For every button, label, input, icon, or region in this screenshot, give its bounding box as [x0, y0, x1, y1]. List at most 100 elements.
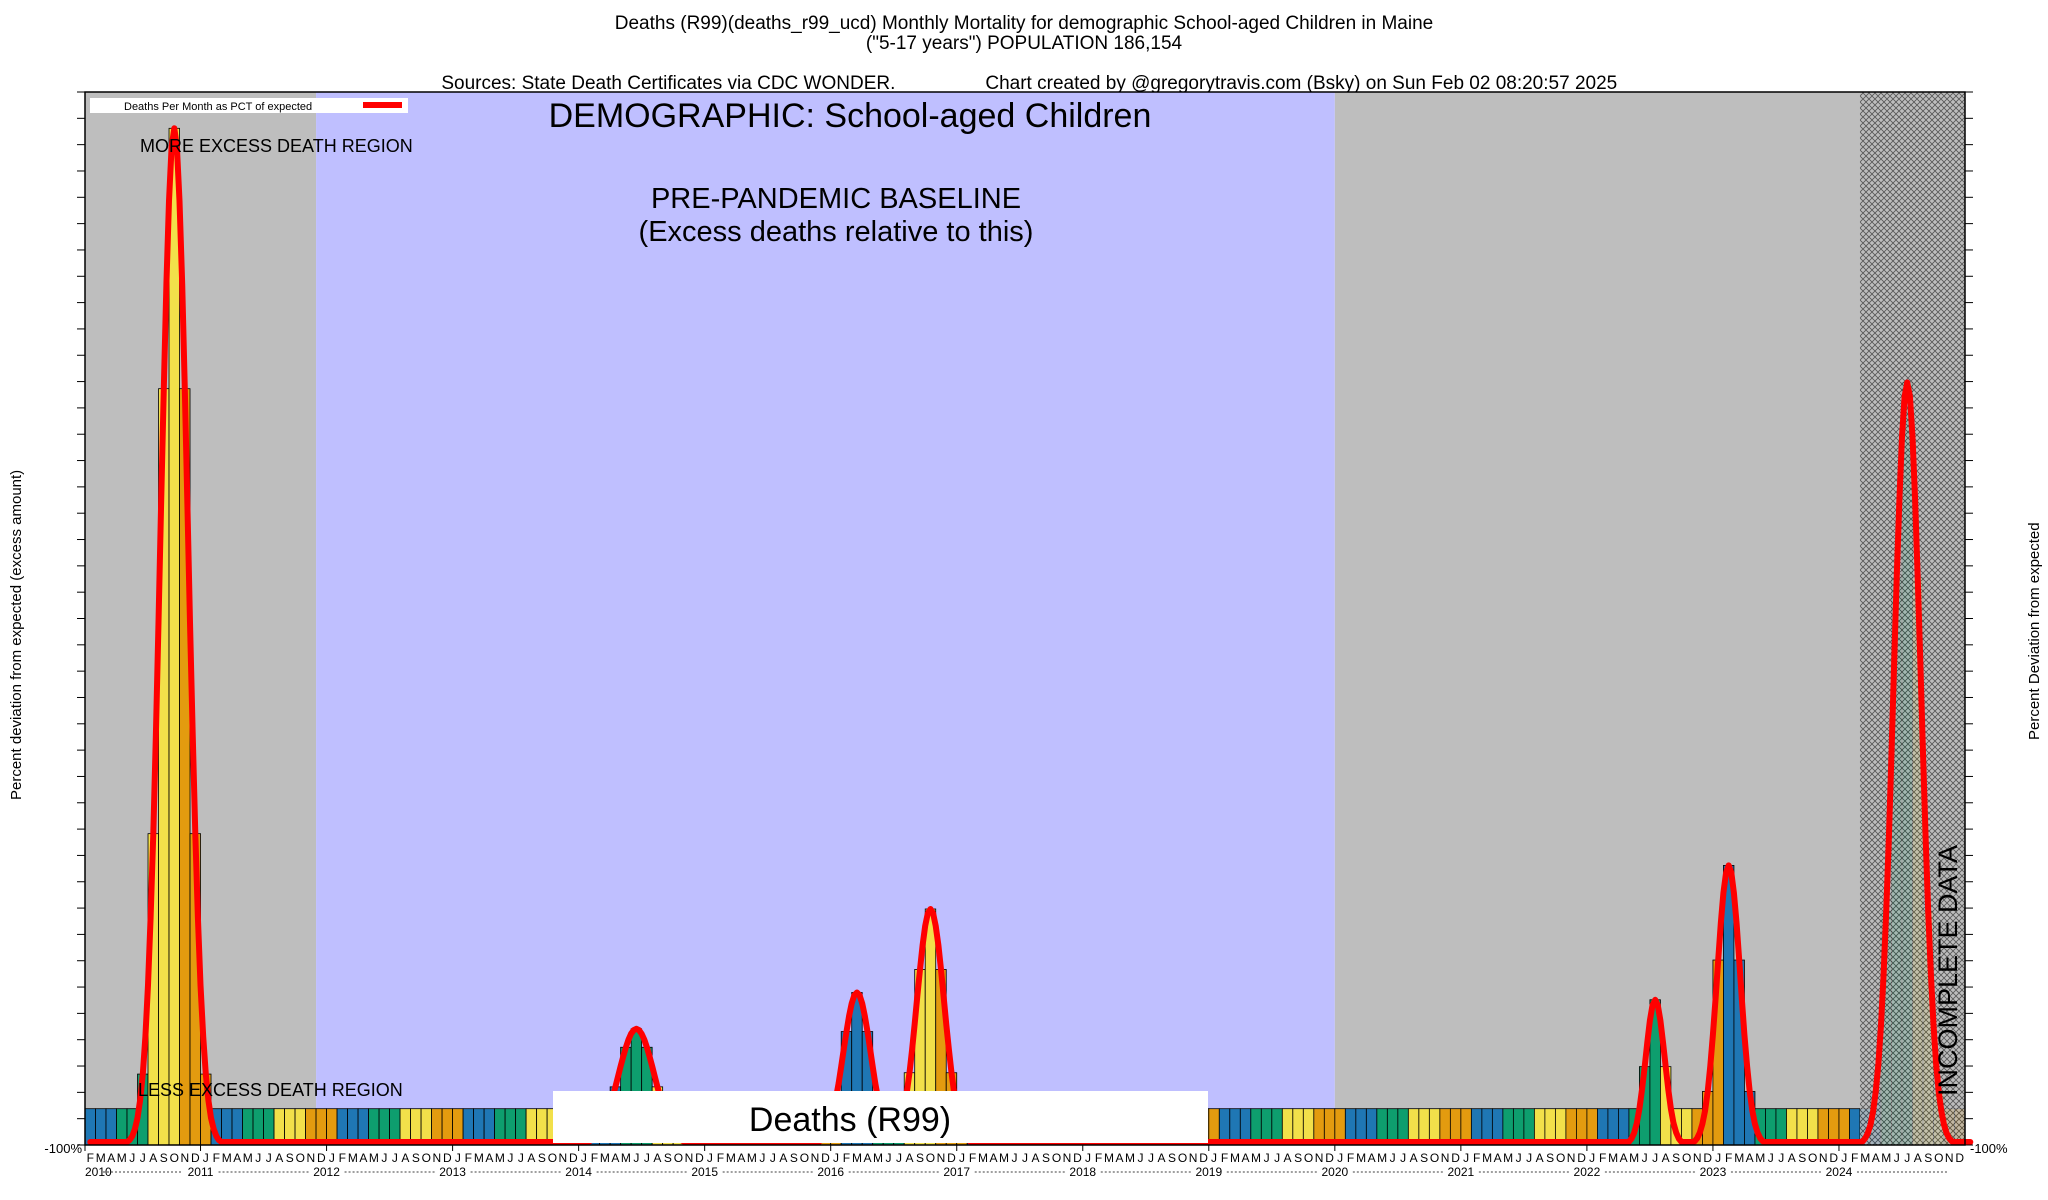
cause-box-label: Deaths (R99)	[749, 1101, 951, 1139]
xtick-year-label: 2022	[1574, 1165, 1601, 1179]
xtick-month-label: N	[1315, 1151, 1324, 1165]
xtick-month-label: A	[1914, 1151, 1922, 1165]
xtick-month-label: J	[959, 1151, 965, 1165]
xtick-month-label: S	[160, 1151, 168, 1165]
xtick-month-label: A	[1158, 1151, 1166, 1165]
xtick-year-label: 2016	[817, 1165, 844, 1179]
xtick-month-label: A	[1410, 1151, 1418, 1165]
xtick-month-label: N	[1945, 1151, 1954, 1165]
xtick-month-label: J	[1778, 1151, 1784, 1165]
baseline-annotation-line2: (Excess deaths relative to this)	[639, 216, 1034, 248]
xtick-month-label: J	[707, 1151, 713, 1165]
xtick-month-label: A	[527, 1151, 535, 1165]
xtick-month-label: A	[1368, 1151, 1376, 1165]
xtick-month-label: M	[1125, 1151, 1135, 1165]
baseline-annotation-line1: PRE-PANDEMIC BASELINE	[651, 183, 1021, 215]
xtick-month-label: D	[443, 1151, 452, 1165]
xtick-month-label: M	[1482, 1151, 1492, 1165]
xtick-month-label: S	[1924, 1151, 1932, 1165]
xtick-year-label: 2021	[1448, 1165, 1475, 1179]
xtick-year-label: 2017	[943, 1165, 970, 1179]
xtick-month-label: D	[317, 1151, 326, 1165]
xtick-month-label: N	[1189, 1151, 1198, 1165]
xtick-month-label: F	[1221, 1151, 1228, 1165]
xtick-month-label: F	[1473, 1151, 1480, 1165]
xtick-month-label: N	[811, 1151, 820, 1165]
xtick-month-label: M	[495, 1151, 505, 1165]
xtick-year-label: 2024	[1826, 1165, 1853, 1179]
xtick-month-label: J	[633, 1151, 639, 1165]
xtick-month-label: M	[1377, 1151, 1387, 1165]
xtick-month-label: J	[1148, 1151, 1154, 1165]
xtick-year-label: 2019	[1195, 1165, 1222, 1179]
xtick-month-label: N	[180, 1151, 189, 1165]
xtick-month-label: D	[1577, 1151, 1586, 1165]
xtick-month-label: J	[507, 1151, 513, 1165]
xtick-month-label: O	[170, 1151, 179, 1165]
xtick-month-label: J	[1841, 1151, 1847, 1165]
xtick-year-label: 2011	[188, 1165, 214, 1179]
xtick-month-label: A	[149, 1151, 157, 1165]
xtick-month-label: N	[1693, 1151, 1702, 1165]
xtick-month-label: A	[653, 1151, 661, 1165]
xtick-month-label: F	[969, 1151, 976, 1165]
xtick-year-label: 2020	[1321, 1165, 1348, 1179]
xtick-month-label: F	[213, 1151, 220, 1165]
xtick-month-label: J	[1011, 1151, 1017, 1165]
xtick-month-label: A	[779, 1151, 787, 1165]
xtick-year-label: 2018	[1069, 1165, 1096, 1179]
xtick-month-label: O	[422, 1151, 431, 1165]
xtick-month-label: O	[1934, 1151, 1943, 1165]
xtick-month-label: M	[1629, 1151, 1639, 1165]
xtick-month-label: M	[1251, 1151, 1261, 1165]
less-excess-annotation: LESS EXCESS DEATH REGION	[138, 1080, 403, 1100]
xtick-month-label: J	[1390, 1151, 1396, 1165]
xtick-month-label: J	[129, 1151, 135, 1165]
xtick-month-label: A	[1662, 1151, 1670, 1165]
xtick-month-label: J	[581, 1151, 587, 1165]
y-axis-label-left: Percent deviation from expected (excess …	[8, 469, 25, 800]
xtick-month-label: A	[1536, 1151, 1544, 1165]
xtick-month-label: J	[644, 1151, 650, 1165]
xtick-month-label: S	[790, 1151, 798, 1165]
xtick-month-label: A	[1031, 1151, 1039, 1165]
xtick-month-label: D	[191, 1151, 200, 1165]
xtick-year-label: 2013	[439, 1165, 466, 1179]
xtick-month-label: J	[833, 1151, 839, 1165]
xtick-month-label: M	[1734, 1151, 1744, 1165]
xtick-month-label: M	[726, 1151, 736, 1165]
xtick-month-label: A	[737, 1151, 745, 1165]
xtick-month-label: M	[1755, 1151, 1765, 1165]
xtick-month-label: O	[296, 1151, 305, 1165]
xtick-month-label: M	[1860, 1151, 1870, 1165]
xtick-month-label: M	[873, 1151, 883, 1165]
xtick-month-label: F	[1725, 1151, 1732, 1165]
xtick-month-label: J	[1516, 1151, 1522, 1165]
ytick-bottom-left: -100%	[44, 1141, 82, 1156]
xtick-month-label: M	[1356, 1151, 1366, 1165]
xtick-month-label: F	[1095, 1151, 1102, 1165]
xtick-month-label: M	[1881, 1151, 1891, 1165]
ytick-bottom-right: -100%	[1970, 1141, 2008, 1156]
xtick-month-label: N	[685, 1151, 694, 1165]
xtick-month-label: A	[1746, 1151, 1754, 1165]
xtick-year-label: 2023	[1700, 1165, 1727, 1179]
xtick-month-label: S	[538, 1151, 546, 1165]
xtick-month-label: N	[559, 1151, 568, 1165]
xtick-month-label: F	[1347, 1151, 1354, 1165]
xtick-month-label: A	[233, 1151, 241, 1165]
xtick-month-label: J	[1274, 1151, 1280, 1165]
xtick-month-label: J	[381, 1151, 387, 1165]
xtick-month-label: O	[1178, 1151, 1187, 1165]
xtick-month-label: S	[1168, 1151, 1176, 1165]
xtick-month-label: N	[1819, 1151, 1828, 1165]
xtick-month-label: F	[591, 1151, 598, 1165]
incomplete-data-label: INCOMPLETE DATA	[1933, 845, 1963, 1096]
xtick-month-label: M	[747, 1151, 757, 1165]
xtick-month-label: J	[255, 1151, 261, 1165]
xtick-month-label: S	[1420, 1151, 1428, 1165]
xtick-month-label: S	[1294, 1151, 1302, 1165]
xtick-month-label: N	[1441, 1151, 1450, 1165]
legend-label: Deaths Per Month as PCT of expected	[124, 101, 312, 113]
xtick-month-label: M	[600, 1151, 610, 1165]
